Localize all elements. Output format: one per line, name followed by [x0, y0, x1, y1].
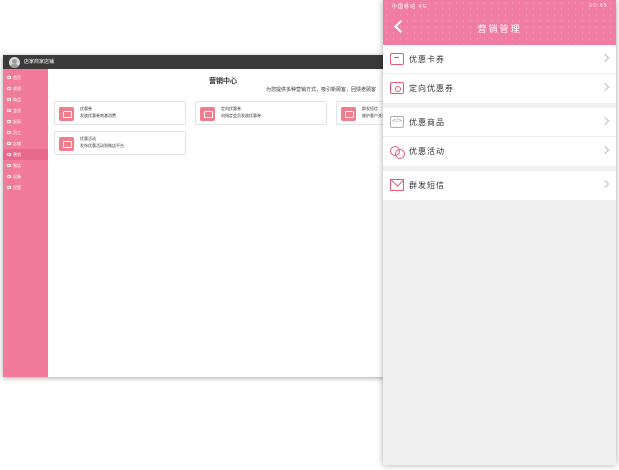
chevron-right-icon [600, 179, 610, 189]
home-icon [7, 76, 11, 79]
menu-group-3: 群发短信 [383, 171, 616, 200]
staff-icon [7, 131, 11, 134]
goods-icon [390, 116, 404, 128]
card-icon [390, 53, 404, 65]
sms-icon [341, 107, 356, 121]
desktop-window: 店家商家店铺 首页 收银 商品 会员 报表 员工 店铺 营销 微店 设备 设置 … [3, 55, 398, 377]
chevron-right-icon [600, 116, 610, 126]
menu-item-card-coupon[interactable]: 优惠卡券 [383, 45, 616, 74]
menu-group-1: 优惠卡券 定向优惠券 [383, 45, 616, 103]
ticket-icon [390, 82, 404, 94]
sidebar-item-devices[interactable]: 设备 [3, 171, 48, 182]
marketing-icon [7, 153, 11, 156]
mobile-header: 中国移动 4G 20:45 营销管理 [383, 0, 616, 45]
menu-group-2: 优惠商品 优惠活动 [383, 108, 616, 166]
chevron-right-icon [600, 53, 610, 63]
page-title: 营销中心 [209, 77, 237, 85]
desktop-topbar: 店家商家店铺 [3, 55, 398, 69]
menu-item-promotion[interactable]: 优惠活动 [383, 137, 616, 166]
promotion-icon [59, 137, 74, 151]
mobile-screen: 中国移动 4G 20:45 营销管理 优惠卡券 定向优惠券 优惠商品 优惠活动 [383, 0, 616, 465]
sidebar-item-goods[interactable]: 商品 [3, 94, 48, 105]
sidebar-item-reports[interactable]: 报表 [3, 116, 48, 127]
cashier-icon [7, 87, 11, 90]
menu-item-sms[interactable]: 群发短信 [383, 171, 616, 200]
sidebar-item-home[interactable]: 首页 [3, 72, 48, 83]
member-icon [7, 109, 11, 112]
card-targeted-coupon[interactable]: 定向优惠券 向指定会员发放优惠券 [195, 101, 327, 125]
activity-icon [390, 145, 405, 159]
store-icon [7, 142, 11, 145]
avatar[interactable] [9, 57, 20, 68]
targeted-coupon-icon [200, 107, 215, 121]
menu-item-discount-goods[interactable]: 优惠商品 [383, 108, 616, 137]
coupon-icon [59, 107, 74, 121]
sidebar-item-settings[interactable]: 设置 [3, 182, 48, 193]
sidebar: 首页 收银 商品 会员 报表 员工 店铺 营销 微店 设备 设置 [3, 69, 48, 377]
page-subtitle: 为您提供多种营销方式，吸引新顾客，回馈老顾客 [266, 87, 377, 93]
device-icon [7, 175, 11, 178]
chevron-right-icon [600, 82, 610, 92]
card-coupon[interactable]: 优惠券 发放优惠券刺激消费 [54, 101, 186, 125]
sidebar-item-members[interactable]: 会员 [3, 105, 48, 116]
settings-icon [7, 186, 11, 189]
report-icon [7, 120, 11, 123]
card-promotion[interactable]: 优惠活动 发布优惠活动到微店平台 [54, 131, 186, 155]
goods-icon [7, 98, 11, 101]
microstore-icon [7, 164, 11, 167]
store-name: 店家商家店铺 [24, 59, 55, 65]
menu-item-targeted-coupon[interactable]: 定向优惠券 [383, 74, 616, 103]
sidebar-item-staff[interactable]: 员工 [3, 127, 48, 138]
chevron-right-icon [600, 145, 610, 155]
sidebar-item-microstore[interactable]: 微店 [3, 160, 48, 171]
mobile-title: 营销管理 [477, 25, 522, 35]
mail-icon [390, 179, 404, 191]
status-carrier: 中国移动 4G [392, 4, 428, 10]
sidebar-item-marketing[interactable]: 营销 [3, 149, 48, 160]
status-bar: 中国移动 4G 20:45 [383, 2, 616, 12]
marketing-center: 营销中心 为您提供多种营销方式，吸引新顾客，回馈老顾客 优惠券 发放优惠券刺激消… [48, 69, 398, 377]
status-time: 20:45 [588, 3, 608, 9]
sidebar-item-cashier[interactable]: 收银 [3, 83, 48, 94]
sidebar-item-store[interactable]: 店铺 [3, 138, 48, 149]
